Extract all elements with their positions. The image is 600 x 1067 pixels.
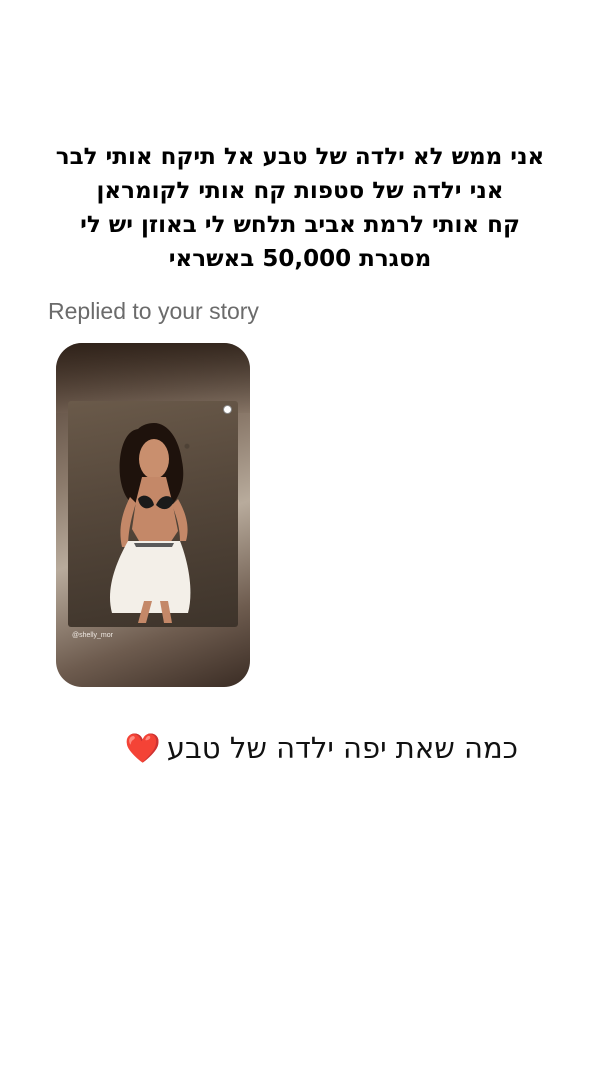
heart-emoji-icon: ❤️ — [124, 730, 161, 765]
story-preview-card[interactable]: @shelly_mor — [56, 343, 250, 687]
caption-line-3: קח אותי לרמת אביב תלחש לי באוזן יש לי — [80, 212, 520, 238]
caption-line-4: מסגרת 50,000 באשראי — [168, 246, 432, 272]
caption-line-2: אני ילדה של סטפות קח אותי לקומראן — [96, 178, 504, 204]
message-text: כמה שאת יפה ילדה של טבע — [166, 731, 518, 765]
person-photo-illustration — [109, 423, 191, 623]
story-caption-text: אני ממש לא ילדה של טבע אל תיקח אותי לבר … — [30, 140, 570, 276]
message-bubble: כמה שאת יפה ילדה של טבע ❤️ — [48, 726, 518, 770]
caption-line-1: אני ממש לא ילדה של טבע אל תיקח אותי לבר — [55, 144, 545, 170]
story-photo — [68, 401, 238, 627]
replied-to-story-label: Replied to your story — [48, 298, 259, 324]
story-username: @shelly_mor — [72, 632, 113, 639]
